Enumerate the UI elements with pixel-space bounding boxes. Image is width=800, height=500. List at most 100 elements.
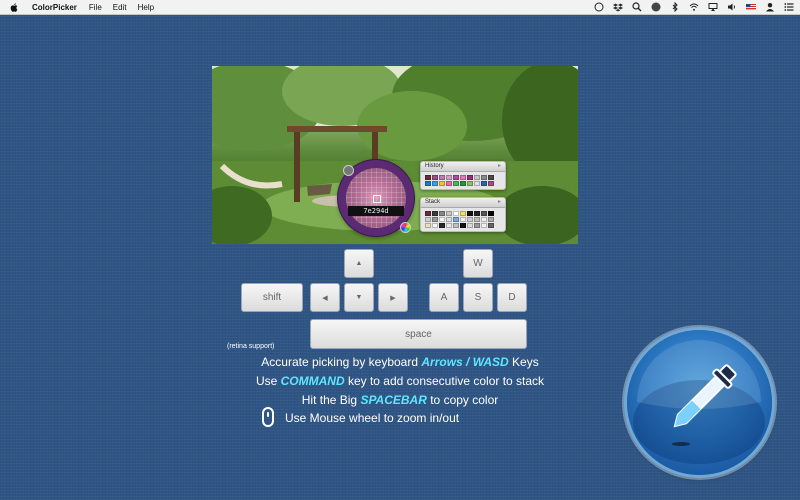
- instruction-1-highlight: Arrows / WASD: [421, 355, 509, 369]
- pick-color-button[interactable]: [627, 330, 772, 475]
- stack-swatch[interactable]: [446, 211, 452, 216]
- history-swatch[interactable]: [460, 175, 466, 180]
- stack-swatch[interactable]: [488, 223, 494, 228]
- history-swatch[interactable]: [432, 175, 438, 180]
- list-menu-icon[interactable]: [784, 2, 794, 12]
- status-area: [594, 0, 794, 14]
- instruction-1-text: Accurate picking by keyboard: [261, 355, 422, 369]
- safari-compass-icon[interactable]: [594, 2, 604, 12]
- stack-swatch[interactable]: [432, 223, 438, 228]
- stack-swatch[interactable]: [474, 217, 480, 222]
- instruction-1-suffix: Keys: [508, 355, 539, 369]
- stack-swatch[interactable]: [474, 211, 480, 216]
- volume-icon[interactable]: [727, 2, 737, 12]
- loupe-settings-icon[interactable]: [343, 165, 354, 176]
- stack-swatch[interactable]: [425, 217, 431, 222]
- stack-swatch[interactable]: [446, 217, 452, 222]
- stack-swatch[interactable]: [453, 211, 459, 216]
- instruction-3-text: Hit the Big: [301, 393, 361, 407]
- stack-swatch[interactable]: [481, 223, 487, 228]
- stack-swatch[interactable]: [467, 223, 473, 228]
- history-swatch[interactable]: [432, 181, 438, 186]
- history-swatch[interactable]: [488, 181, 494, 186]
- stack-swatch[interactable]: [460, 223, 466, 228]
- airplay-icon[interactable]: [708, 2, 718, 12]
- hex-color-readout: 7e294d: [348, 206, 404, 216]
- eyedropper-icon: [633, 340, 765, 464]
- s-key[interactable]: S: [463, 283, 493, 312]
- stack-swatch[interactable]: [439, 211, 445, 216]
- spacebar-key[interactable]: space: [310, 319, 527, 349]
- magnifier-loupe[interactable]: 7e294d: [338, 160, 414, 236]
- history-swatch[interactable]: [446, 181, 452, 186]
- menu-bar: ColorPicker File Edit Help: [0, 0, 800, 15]
- history-swatch[interactable]: [453, 175, 459, 180]
- a-key[interactable]: A: [429, 283, 459, 312]
- stack-swatches: [421, 208, 505, 231]
- stack-swatch[interactable]: [460, 217, 466, 222]
- stack-expand-icon[interactable]: ▸: [498, 198, 501, 207]
- history-swatch[interactable]: [460, 181, 466, 186]
- stack-swatch[interactable]: [481, 217, 487, 222]
- menu-file[interactable]: File: [89, 3, 102, 12]
- d-key[interactable]: D: [497, 283, 527, 312]
- stack-swatch[interactable]: [439, 217, 445, 222]
- stack-swatch[interactable]: [432, 217, 438, 222]
- arrow-up-key[interactable]: ▲: [344, 249, 374, 278]
- stack-swatch[interactable]: [453, 217, 459, 222]
- history-swatch[interactable]: [481, 175, 487, 180]
- history-swatch[interactable]: [425, 175, 431, 180]
- dropbox-icon[interactable]: [613, 2, 623, 12]
- bluetooth-icon[interactable]: [670, 2, 680, 12]
- history-swatch[interactable]: [439, 175, 445, 180]
- stack-swatch[interactable]: [432, 211, 438, 216]
- shift-key[interactable]: shift: [241, 283, 303, 312]
- stack-swatch[interactable]: [488, 211, 494, 216]
- stack-swatch[interactable]: [481, 211, 487, 216]
- history-swatch[interactable]: [439, 181, 445, 186]
- history-swatch[interactable]: [467, 175, 473, 180]
- history-title: History: [425, 163, 444, 169]
- stack-swatch[interactable]: [425, 223, 431, 228]
- notification-icon[interactable]: [651, 2, 661, 12]
- history-expand-icon[interactable]: ▸: [498, 162, 501, 171]
- instruction-2-text: Use: [255, 374, 281, 388]
- stack-swatch[interactable]: [446, 223, 452, 228]
- app-name-menu[interactable]: ColorPicker: [32, 3, 77, 12]
- history-swatch[interactable]: [425, 181, 431, 186]
- wifi-icon[interactable]: [689, 2, 699, 12]
- stack-swatch[interactable]: [467, 211, 473, 216]
- stack-swatch[interactable]: [453, 223, 459, 228]
- spotlight-search-icon[interactable]: [632, 2, 642, 12]
- menu-help[interactable]: Help: [138, 3, 154, 12]
- retina-support-note: (retina support): [227, 343, 275, 350]
- history-swatch[interactable]: [488, 175, 494, 180]
- stack-swatch[interactable]: [467, 217, 473, 222]
- instruction-2-suffix: key to add consecutive color to stack: [344, 374, 545, 388]
- stack-swatch[interactable]: [425, 211, 431, 216]
- stack-title: Stack: [425, 199, 441, 205]
- stack-palette: Stack ▸: [420, 197, 506, 232]
- instruction-3-highlight: SPACEBAR: [360, 393, 427, 407]
- history-swatch[interactable]: [481, 181, 487, 186]
- arrow-right-key[interactable]: ▶: [378, 283, 408, 312]
- history-swatch[interactable]: [467, 181, 473, 186]
- stack-swatch[interactable]: [488, 217, 494, 222]
- w-key[interactable]: W: [463, 249, 493, 278]
- color-wheel-icon[interactable]: [400, 222, 411, 233]
- user-icon[interactable]: [765, 2, 775, 12]
- stack-swatch[interactable]: [460, 211, 466, 216]
- arrow-down-key[interactable]: ▼: [344, 283, 374, 312]
- history-swatch[interactable]: [474, 181, 480, 186]
- arrow-left-key[interactable]: ◀: [310, 283, 340, 312]
- apple-menu-icon[interactable]: [10, 2, 18, 12]
- menu-edit[interactable]: Edit: [113, 3, 127, 12]
- history-swatch[interactable]: [453, 181, 459, 186]
- stack-swatch[interactable]: [474, 223, 480, 228]
- loupe-crosshair: [373, 195, 381, 203]
- history-swatch[interactable]: [474, 175, 480, 180]
- history-swatch[interactable]: [446, 175, 452, 180]
- us-flag-icon[interactable]: [746, 2, 756, 12]
- history-palette: History ▸: [420, 161, 506, 190]
- stack-swatch[interactable]: [439, 223, 445, 228]
